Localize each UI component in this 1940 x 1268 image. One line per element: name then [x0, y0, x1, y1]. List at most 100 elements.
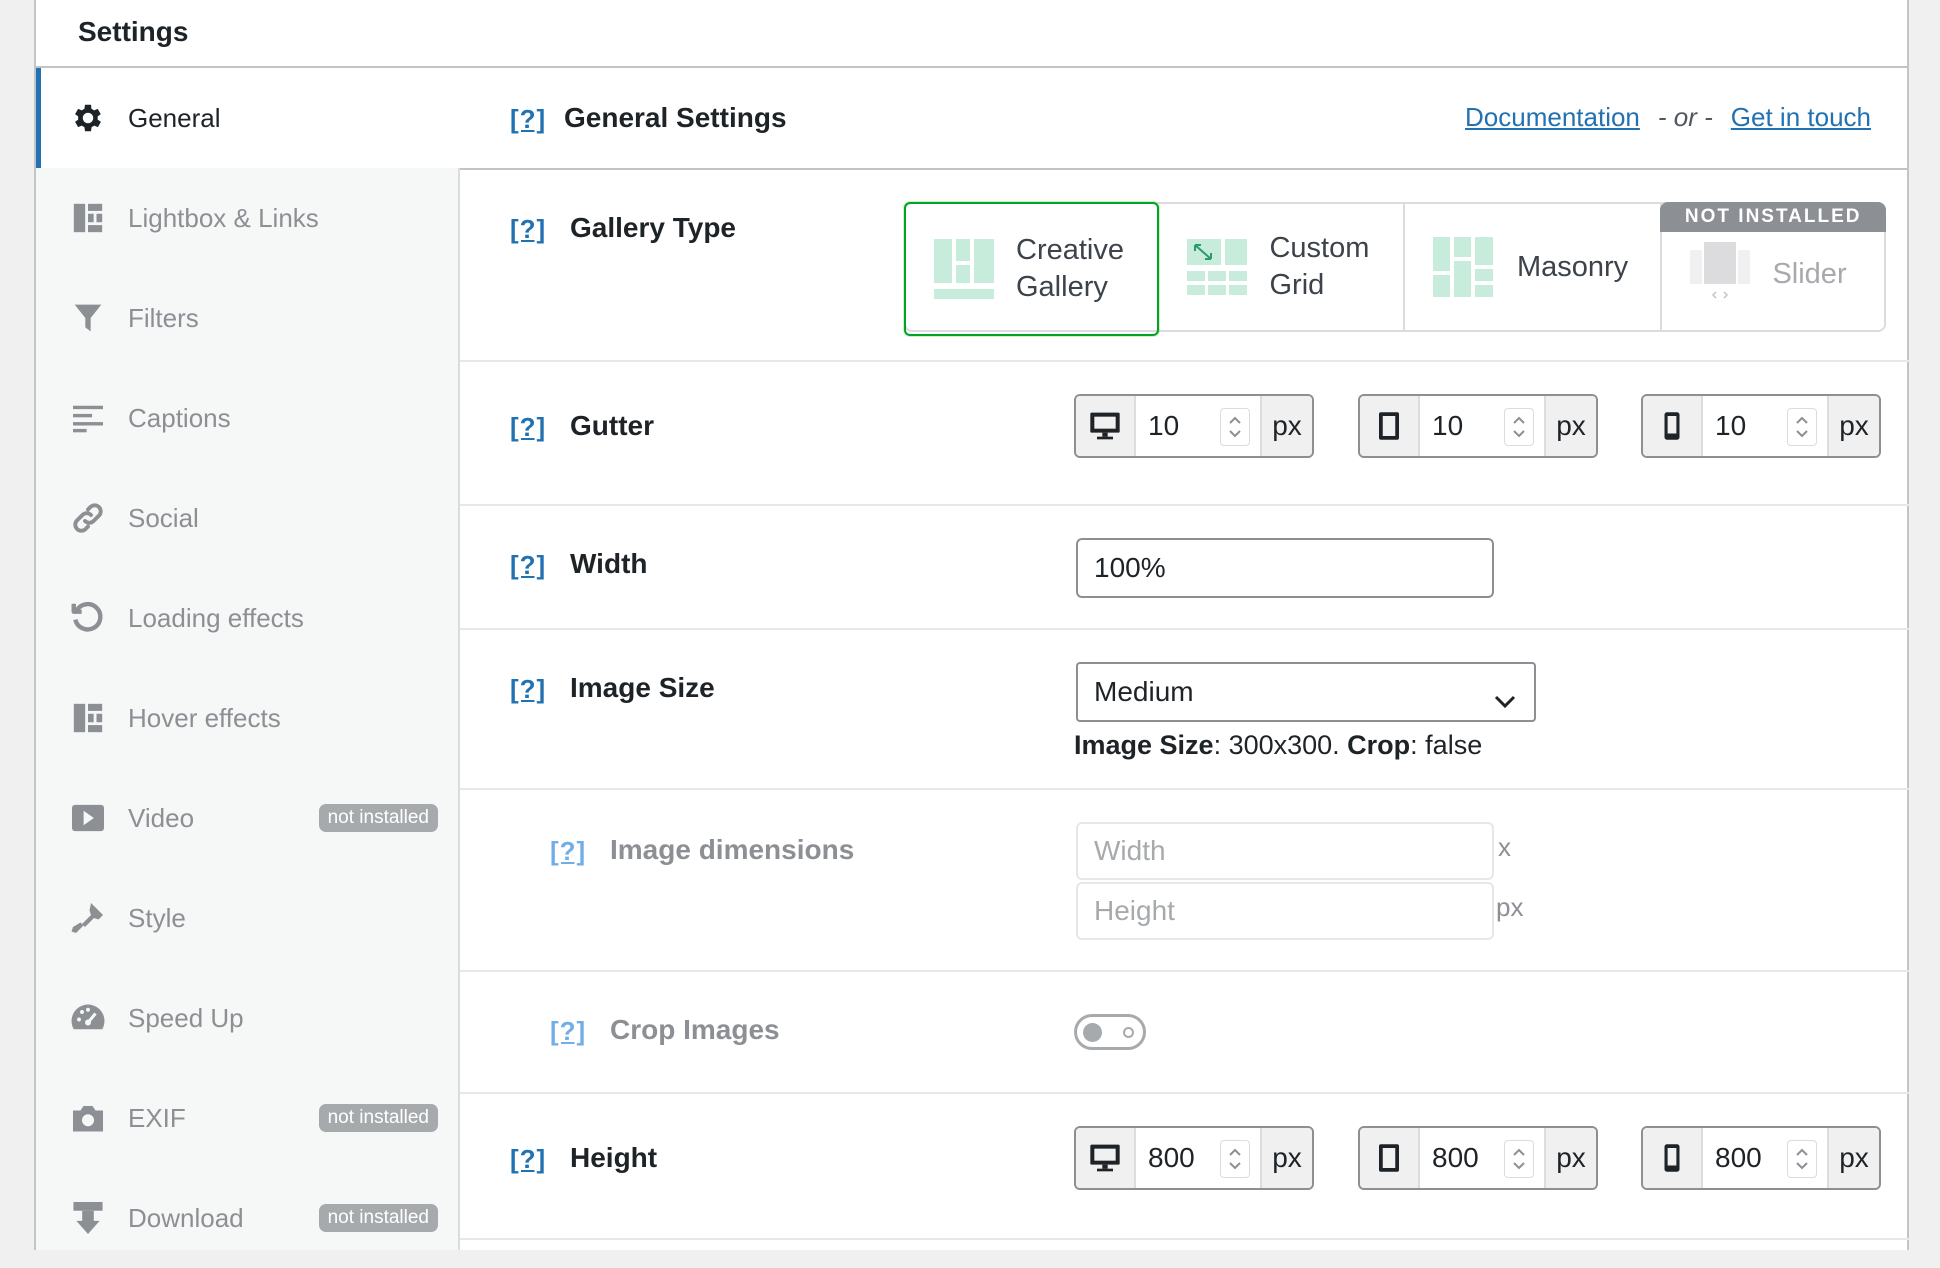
help-link[interactable]: [?]	[550, 1016, 586, 1047]
gallery-type-label-line2: Gallery	[1016, 271, 1108, 303]
height-tablet-value: 800	[1432, 1142, 1479, 1173]
header-links: Documentation - or - Get in touch	[1465, 102, 1871, 133]
gallery-type-row: [?] Gallery Type Creative Gallery Custom G…	[460, 170, 1909, 362]
image-height-input[interactable]: Height	[1076, 882, 1494, 940]
gutter-mobile-value: 10	[1715, 410, 1747, 441]
tablet-icon	[1360, 396, 1420, 456]
sidebar-item-video[interactable]: Video not installed	[36, 768, 458, 868]
unit-label: px	[1827, 396, 1879, 456]
mobile-icon	[1643, 1128, 1703, 1188]
spinner-control[interactable]	[1787, 1140, 1817, 1178]
height-tablet-input[interactable]: 800 px	[1358, 1126, 1598, 1190]
height-row: [?] Height 800 px 800 px 800 px	[460, 1094, 1909, 1240]
spinner-control[interactable]	[1787, 408, 1817, 446]
funnel-icon	[68, 298, 108, 338]
sidebar-item-label: EXIF	[128, 1102, 186, 1133]
brush-icon	[68, 898, 108, 938]
height-desktop-input[interactable]: 800 px	[1074, 1126, 1314, 1190]
spinner-control[interactable]	[1504, 1140, 1534, 1178]
help-link[interactable]: [?]	[510, 1144, 546, 1175]
gutter-mobile-input[interactable]: 10 px	[1641, 394, 1881, 458]
unit-label: px	[1544, 1128, 1596, 1188]
sidebar-item-label: General	[128, 102, 221, 133]
gallery-type-selector: Creative Gallery Custom Grid Masonry NOT I…	[904, 202, 1886, 336]
sidebar-item-lightbox[interactable]: Lightbox & Links	[36, 168, 458, 268]
sidebar-item-exif[interactable]: EXIF not installed	[36, 1068, 458, 1168]
gutter-tablet-input[interactable]: 10 px	[1358, 394, 1598, 458]
not-installed-badge: NOT INSTALLED	[1660, 202, 1886, 232]
gallery-type-label-line1: Slider	[1772, 258, 1847, 290]
gauge-icon	[68, 998, 108, 1038]
documentation-link[interactable]: Documentation	[1465, 102, 1640, 132]
sidebar-item-label: Video	[128, 802, 195, 833]
sidebar-item-hover-effects[interactable]: Hover effects	[36, 668, 458, 768]
sidebar-item-loading-effects[interactable]: Loading effects	[36, 568, 458, 668]
gutter-desktop-input[interactable]: 10 px	[1074, 394, 1314, 458]
custom-grid-icon	[1187, 237, 1248, 297]
crop-images-label: Crop Images	[610, 1014, 780, 1045]
creative-gallery-icon	[934, 239, 994, 299]
sidebar-item-label: Download	[128, 1202, 244, 1233]
image-width-input[interactable]: Width	[1076, 822, 1494, 880]
help-link[interactable]: [?]	[510, 412, 546, 443]
image-size-row: [?] Image Size Medium Image Size: 300x30…	[460, 630, 1909, 790]
not-installed-badge: not installed	[318, 1204, 438, 1232]
gallery-type-label-line1: Masonry	[1516, 250, 1629, 283]
dimension-x-suffix: x	[1498, 832, 1511, 862]
grid-icon	[68, 198, 108, 238]
height-mobile-input[interactable]: 800 px	[1641, 1126, 1881, 1190]
gutter-desktop-value: 10	[1148, 410, 1180, 441]
settings-sidebar: General Lightbox & Links Filters Caption…	[36, 68, 462, 1250]
sidebar-item-label: Lightbox & Links	[128, 202, 319, 233]
slider-icon	[1690, 242, 1751, 302]
gallery-type-masonry[interactable]: Masonry	[1405, 204, 1663, 330]
download-icon	[68, 1198, 108, 1238]
gallery-type-custom-grid[interactable]: Custom Grid	[1159, 204, 1405, 330]
image-size-label: Image Size	[570, 672, 715, 703]
crop-images-toggle[interactable]	[1074, 1014, 1146, 1050]
width-input[interactable]: 100%	[1076, 538, 1494, 598]
width-value: 100%	[1094, 552, 1166, 583]
unit-label: px	[1827, 1128, 1879, 1188]
unit-label: px	[1260, 396, 1312, 456]
sidebar-item-style[interactable]: Style	[36, 868, 458, 968]
gear-icon	[68, 98, 108, 138]
sidebar-item-captions[interactable]: Captions	[36, 368, 458, 468]
spinner-control[interactable]	[1504, 408, 1534, 446]
help-link[interactable]: [?]	[550, 836, 586, 867]
gutter-row: [?] Gutter 10 px 10 px 10 px	[460, 362, 1909, 506]
image-dimensions-label: Image dimensions	[610, 834, 855, 865]
settings-title-bar: Settings	[36, 0, 1907, 68]
sidebar-item-social[interactable]: Social	[36, 468, 458, 568]
sidebar-item-label: Loading effects	[128, 602, 304, 633]
sidebar-item-filters[interactable]: Filters	[36, 268, 458, 368]
sidebar-item-speed-up[interactable]: Speed Up	[36, 968, 458, 1068]
play-icon	[68, 798, 108, 838]
help-link[interactable]: [?]	[510, 104, 546, 135]
link-icon	[68, 498, 108, 538]
or-separator: - or -	[1657, 102, 1713, 132]
section-header: [?] General Settings Documentation - or -…	[460, 68, 1909, 170]
gallery-type-slider[interactable]: NOT INSTALLED Slider	[1660, 202, 1886, 330]
get-in-touch-link[interactable]: Get in touch	[1731, 102, 1871, 132]
gutter-tablet-value: 10	[1432, 410, 1464, 441]
spinner-control[interactable]	[1220, 1140, 1250, 1178]
desktop-icon	[1076, 396, 1136, 456]
help-link[interactable]: [?]	[510, 674, 546, 705]
gallery-type-label-line2: Grid	[1269, 269, 1325, 301]
not-installed-badge: not installed	[318, 804, 438, 832]
dimension-px-suffix: px	[1496, 892, 1524, 922]
width-label: Width	[570, 548, 648, 579]
gallery-type-label-line1: Creative	[1016, 234, 1124, 266]
spinner-control[interactable]	[1220, 408, 1250, 446]
sidebar-item-general[interactable]: General	[36, 68, 462, 168]
image-size-select[interactable]: Medium	[1076, 662, 1536, 722]
width-row: [?] Width 100%	[460, 506, 1909, 630]
help-link[interactable]: [?]	[510, 550, 546, 581]
sidebar-item-label: Captions	[128, 402, 231, 433]
help-link[interactable]: [?]	[510, 214, 546, 245]
gallery-type-label: Gallery Type	[570, 212, 737, 243]
image-size-selected: Medium	[1094, 676, 1194, 707]
gallery-type-creative[interactable]: Creative Gallery	[904, 202, 1160, 336]
sidebar-item-download[interactable]: Download not installed	[36, 1168, 458, 1268]
